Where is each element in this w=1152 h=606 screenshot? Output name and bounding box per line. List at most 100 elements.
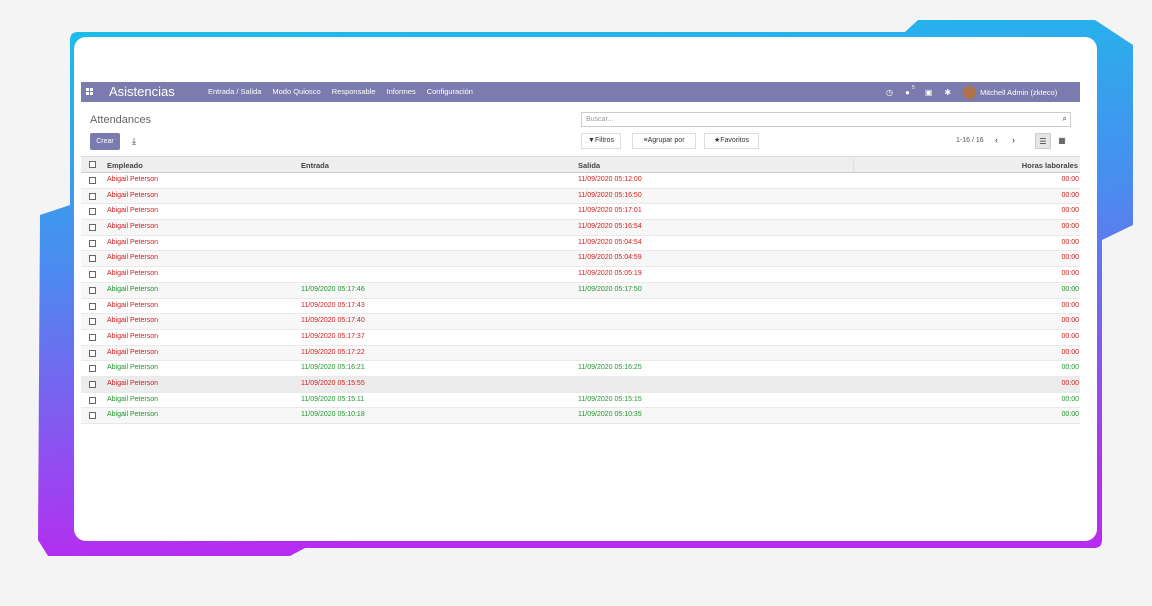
row-checkbox[interactable] [89,239,96,247]
create-button[interactable]: Crear [90,133,120,150]
column-header-hours[interactable]: Horas laborales [1022,161,1078,170]
row-checkbox[interactable] [89,255,96,263]
employee-cell[interactable]: Abigail Peterson [107,192,158,199]
table-row[interactable]: Abigail Peterson 11/09/2020 05:17:40 00:00 [81,314,1080,330]
systray: ◷ ● 5 ▣ ✱ Mitchell Admin (zkteco) [886,85,1057,99]
employee-cell[interactable]: Abigail Peterson [107,349,158,356]
row-checkbox[interactable] [89,192,96,200]
hours-cell: 00:00 [1061,317,1079,325]
menu-item-check-in-out[interactable]: Entrada / Salida [208,87,261,96]
favorites-button[interactable]: ★Favoritos [704,133,759,149]
gift-icon[interactable]: ▣ [925,88,933,97]
table-row[interactable]: Abigail Peterson 11/09/2020 05:05:19 00:00 [81,267,1080,283]
list-view-icon[interactable]: ☰ [1035,133,1051,149]
employee-cell[interactable]: Abigail Peterson [107,302,158,309]
column-header-check-in[interactable]: Entrada [301,161,329,170]
row-checkbox[interactable] [89,224,96,232]
kanban-view-icon[interactable]: ▦ [1054,133,1070,149]
hours-cell: 00:00 [1061,379,1079,387]
row-checkbox[interactable] [89,333,96,341]
table-row[interactable]: Abigail Peterson 11/09/2020 05:17:22 00:00 [81,345,1080,362]
check-in-cell: 11/09/2020 05:15:55 [301,379,365,387]
menu-item-kiosk-mode[interactable]: Modo Quiosco [272,87,320,96]
column-header-employee[interactable]: Empleado [107,161,143,170]
table-row[interactable]: Abigail Peterson 11/09/2020 05:04:54 00:00 [81,236,1080,252]
main-menu: Entrada / Salida Modo Quiosco Responsabl… [208,87,484,96]
select-all-checkbox[interactable] [89,161,96,168]
table-row[interactable]: Abigail Peterson 11/09/2020 05:16:21 11/09… [81,361,1080,377]
table-row[interactable]: Abigail Peterson 11/09/2020 05:16:54 00:00 [81,220,1080,236]
employee-cell[interactable]: Abigail Peterson [107,380,158,387]
table-row[interactable]: Abigail Peterson 11/09/2020 05:17:46 11/09… [81,282,1080,299]
row-checkbox[interactable] [89,177,96,184]
table-row[interactable]: Abigail Peterson 11/09/2020 05:17:01 00:00 [81,204,1080,221]
pager-next-icon[interactable]: › [1012,135,1015,145]
bug-icon[interactable]: ✱ [944,88,951,97]
table-row[interactable]: Abigail Peterson 11/09/2020 05:17:43 00:00 [81,299,1080,315]
row-checkbox[interactable] [89,271,96,279]
odoo-app: Asistencias Entrada / Salida Modo Quiosc… [81,82,1080,484]
table-body: Abigail Peterson 11/09/2020 05:12:00 00:00… [81,173,1080,424]
row-checkbox[interactable] [89,396,96,404]
table-row[interactable]: Abigail Peterson 11/09/2020 05:16:50 00:00 [81,188,1080,205]
row-checkbox[interactable] [89,412,96,420]
row-checkbox[interactable] [89,318,96,326]
employee-cell[interactable]: Abigail Peterson [107,396,158,403]
check-out-cell: 11/09/2020 05:17:50 [578,285,642,293]
table-row[interactable]: Abigail Peterson 11/09/2020 05:12:00 00:00 [81,173,1080,189]
filters-label: Filtros [594,137,614,144]
avatar[interactable] [963,85,977,99]
employee-cell[interactable]: Abigail Peterson [107,270,158,277]
filters-button[interactable]: ▼Filtros [581,133,621,149]
hours-cell: 00:00 [1061,301,1079,309]
employee-cell[interactable]: Abigail Peterson [107,223,158,230]
table-row[interactable]: Abigail Peterson 11/09/2020 05:10:18 11/09… [81,408,1080,424]
app-title[interactable]: Asistencias [109,84,175,99]
row-checkbox[interactable] [89,302,96,310]
pager-previous-icon[interactable]: ‹ [995,135,998,145]
row-checkbox[interactable] [89,286,96,294]
apps-grid-icon[interactable] [86,88,94,96]
hours-cell: 00:00 [1061,270,1079,278]
employee-cell[interactable]: Abigail Peterson [107,364,158,371]
pager-value[interactable]: 1-16 / 16 [956,137,984,144]
column-header-check-out[interactable]: Salida [578,161,600,170]
menu-item-reports[interactable]: Informes [387,87,416,96]
check-in-cell: 11/09/2020 05:15:11 [301,395,365,403]
table-header: Empleado Entrada Salida Horas laborales [81,156,1080,173]
employee-cell[interactable]: Abigail Peterson [107,239,158,246]
menu-item-configuration[interactable]: Configuración [427,87,473,96]
employee-cell[interactable]: Abigail Peterson [107,254,158,261]
check-in-cell: 11/09/2020 05:17:22 [301,348,365,356]
row-checkbox[interactable] [89,380,96,388]
row-checkbox[interactable] [89,208,96,216]
employee-cell[interactable]: Abigail Peterson [107,286,158,293]
table-row[interactable]: Abigail Peterson 11/09/2020 05:15:11 11/09… [81,393,1080,409]
row-checkbox[interactable] [89,349,96,357]
user-menu[interactable]: Mitchell Admin (zkteco) [980,88,1057,97]
employee-cell[interactable]: Abigail Peterson [107,317,158,324]
breadcrumb: Attendances [90,114,152,126]
chat-icon[interactable]: ● 5 [905,85,915,97]
employee-cell[interactable]: Abigail Peterson [107,207,158,214]
hours-cell: 00:00 [1061,254,1079,262]
table-row[interactable]: Abigail Peterson 11/09/2020 05:17:37 00:00 [81,330,1080,346]
chat-count-badge: 5 [912,84,915,91]
download-icon[interactable]: ⤓ [126,133,142,150]
search-input[interactable]: Buscar... ⌕ [581,112,1071,127]
search-icon[interactable]: ⌕ [1063,114,1067,124]
employee-cell[interactable]: Abigail Peterson [107,333,158,340]
table-row[interactable]: Abigail Peterson 11/09/2020 05:15:55 00:00 [81,376,1080,393]
employee-cell[interactable]: Abigail Peterson [107,176,158,183]
menu-item-manager[interactable]: Responsable [332,87,376,96]
hours-cell: 00:00 [1061,395,1079,403]
table-row[interactable]: Abigail Peterson 11/09/2020 05:04:59 00:00 [81,251,1080,268]
check-out-cell: 11/09/2020 05:17:01 [578,207,642,215]
row-checkbox[interactable] [89,365,96,373]
group-by-button[interactable]: ≡Agrupar por [632,133,696,149]
clock-icon[interactable]: ◷ [886,88,893,97]
favorites-label: Favoritos [720,137,750,144]
check-out-cell: 11/09/2020 05:12:00 [578,176,642,183]
check-out-cell: 11/09/2020 05:15:15 [578,395,642,403]
employee-cell[interactable]: Abigail Peterson [107,411,158,418]
